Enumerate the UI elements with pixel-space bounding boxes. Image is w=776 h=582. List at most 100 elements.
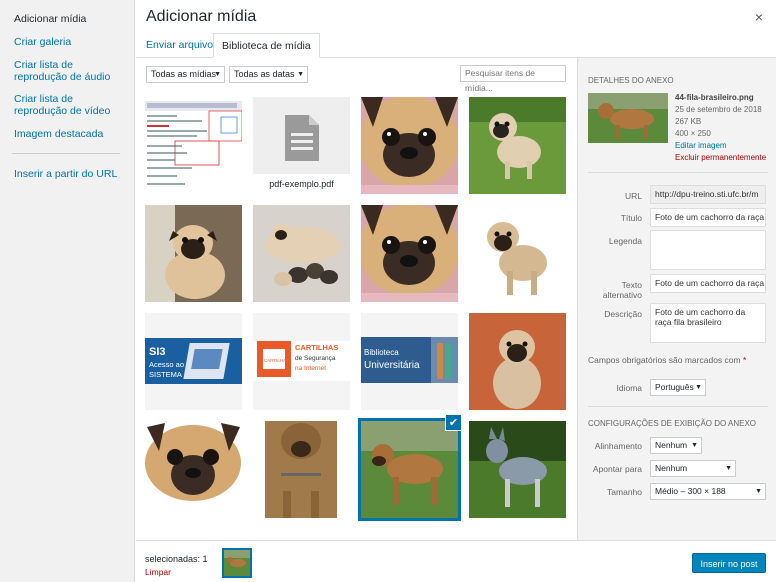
alignment-select-value: Nenhum — [655, 440, 688, 450]
clear-selection-link[interactable]: Limpar — [145, 567, 171, 577]
attachment-pdf[interactable]: pdf-exemplo.pdf — [253, 97, 350, 194]
alt-text-label: Texto alternativo — [588, 280, 642, 300]
alt-text-label-line1: Texto — [621, 280, 642, 290]
pdf-filename: pdf-exemplo.pdf — [253, 174, 350, 194]
alignment-select[interactable]: Nenhum ▼ — [650, 437, 702, 454]
media-type-filter[interactable]: Todas as mídias ▼ — [146, 66, 225, 83]
tab-media-library[interactable]: Biblioteca de mídia — [213, 33, 320, 58]
date-filter[interactable]: Todas as datas ▼ — [229, 66, 308, 83]
media-toolbar-footer: selecionadas: 1 Limpar Inserir no post — [136, 540, 776, 582]
attachment-filename: 44-fila-brasileiro.png — [675, 93, 754, 102]
svg-text:SISTEMA: SISTEMA — [149, 370, 182, 379]
media-type-filter-value: Todas as mídias — [151, 69, 217, 79]
date-filter-value: Todas as datas — [234, 69, 295, 79]
si3-banner-image: SI3 Acesso ao SISTEMA — [145, 313, 242, 410]
pug-sitting-image — [469, 313, 566, 410]
link-to-label: Apontar para — [592, 464, 642, 474]
search-media-input[interactable]: Pesquisar itens de mídia... — [460, 65, 566, 93]
attachment-pug-face-3[interactable] — [145, 421, 242, 518]
size-select-value: Médio – 300 × 188 — [655, 486, 726, 496]
description-label: Descrição — [604, 309, 642, 319]
attachment-biblioteca-banner[interactable]: Biblioteca Universitária — [361, 313, 458, 410]
language-select[interactable]: Português ▼ — [650, 379, 706, 396]
selection-count: selecionadas: 1 — [145, 554, 208, 564]
mastiff-image — [253, 421, 350, 518]
document-thumbnail — [145, 97, 242, 194]
attachment-details-sidebar: Detalhes do anexo 44-fila-brasileiro.png… — [577, 58, 776, 540]
attachment-date: 25 de setembro de 2018 — [675, 105, 762, 114]
fila-brasileiro-mini-image — [224, 550, 250, 576]
svg-text:CARTILHA: CARTILHA — [264, 358, 286, 363]
svg-text:Biblioteca: Biblioteca — [364, 348, 399, 357]
biblioteca-banner-image: Biblioteca Universitária — [361, 313, 458, 410]
attachment-si3-banner[interactable]: SI3 Acesso ao SISTEMA — [145, 313, 242, 410]
svg-text:na Internet: na Internet — [295, 365, 326, 372]
selection-thumbnail[interactable] — [222, 548, 252, 578]
fila-brasileiro-image — [361, 421, 458, 518]
attachment-document-screenshot[interactable] — [145, 97, 242, 194]
pug-face-image-3 — [145, 421, 242, 518]
url-field[interactable]: http://dpu-treino.sti.ufc.br/m — [650, 185, 766, 204]
attachment-pug-sitting[interactable] — [469, 313, 566, 410]
pug-on-grass-image — [469, 97, 566, 194]
svg-text:SI3: SI3 — [149, 346, 166, 358]
attachment-pug-face-2[interactable] — [361, 205, 458, 302]
svg-text:de Segurança: de Segurança — [295, 355, 336, 362]
menu-item-video-playlist[interactable]: Criar lista de reprodução de vídeo — [14, 93, 124, 117]
language-select-value: Português — [655, 382, 694, 392]
attachment-cartilha-banner[interactable]: CARTILHA CARTILHAS de Segurança na Inter… — [253, 313, 350, 410]
menu-item-create-gallery[interactable]: Criar galeria — [14, 36, 71, 48]
chevron-down-icon: ▼ — [214, 71, 221, 78]
svg-text:Acesso ao: Acesso ao — [149, 360, 184, 369]
caption-field[interactable] — [650, 230, 766, 270]
chevron-down-icon: ▼ — [695, 384, 702, 391]
checkmark-icon[interactable]: ✔ — [445, 414, 462, 431]
caption-label: Legenda — [608, 236, 642, 246]
attachment-pug-puppy[interactable] — [145, 205, 242, 302]
title-field[interactable]: Foto de um cachorro da raça — [650, 208, 766, 227]
chevron-down-icon: ▼ — [725, 465, 732, 472]
edit-image-link[interactable]: Editar imagem — [675, 141, 727, 151]
chevron-down-icon: ▼ — [691, 442, 698, 449]
size-select[interactable]: Médio – 300 × 188 ▼ — [650, 483, 766, 500]
alt-text-field[interactable]: Foto de um cachorro da raça — [650, 274, 766, 293]
router-tabs: Enviar arquivos Biblioteca de mídia — [136, 33, 776, 58]
close-icon[interactable]: × — [751, 9, 767, 25]
fila-brasileiro-preview-image — [588, 93, 668, 143]
url-label: URL — [624, 191, 642, 201]
attachment-pug-litter[interactable] — [253, 205, 350, 302]
attachment-fila-brasileiro-selected[interactable] — [358, 418, 461, 521]
attachment-cattle-dog[interactable] — [469, 421, 566, 518]
link-to-select[interactable]: Nenhum ▼ — [650, 460, 736, 477]
pug-face-image — [361, 97, 458, 194]
chevron-down-icon: ▼ — [297, 71, 304, 78]
details-divider — [588, 172, 768, 173]
language-label: Idioma — [616, 383, 642, 393]
chevron-down-icon: ▼ — [755, 488, 762, 495]
menu-separator — [12, 153, 120, 154]
attachment-details-heading: Detalhes do anexo — [588, 76, 674, 85]
insert-into-post-button[interactable]: Inserir no post — [692, 553, 766, 573]
menu-item-insert-from-url[interactable]: Inserir a partir do URL — [14, 168, 117, 180]
required-asterisk: * — [742, 355, 747, 365]
title-label: Título — [620, 213, 642, 223]
menu-item-featured-image[interactable]: Imagem destacada — [14, 128, 103, 140]
menu-item-add-media[interactable]: Adicionar mídia — [14, 13, 86, 25]
attachment-pug-grass[interactable] — [469, 97, 566, 194]
delete-permanently-link[interactable]: Excluir permanentemente — [675, 153, 766, 163]
menu-item-audio-playlist[interactable]: Criar lista de reprodução de áudio — [14, 59, 124, 83]
attachment-pug-face[interactable] — [361, 97, 458, 194]
required-fields-note: Campos obrigatórios são marcados com * — [588, 355, 746, 365]
settings-divider — [588, 406, 768, 407]
pug-face-image-2 — [361, 205, 458, 302]
alt-text-label-line2: alternativo — [602, 290, 642, 300]
description-field[interactable]: Foto de um cachorro da raça fila brasile… — [650, 303, 766, 343]
svg-text:CARTILHAS: CARTILHAS — [295, 343, 338, 352]
modal-title: Adicionar mídia — [146, 8, 257, 25]
attachment-mastiff[interactable] — [253, 421, 350, 518]
media-menu: Adicionar mídia Criar galeria Criar list… — [0, 0, 135, 582]
size-label: Tamanho — [607, 487, 642, 497]
attachment-pug-standing[interactable] — [469, 205, 566, 302]
required-fields-text: Campos obrigatórios são marcados com — [588, 355, 741, 365]
display-settings-heading: Configurações de exibição do anexo — [588, 419, 757, 428]
